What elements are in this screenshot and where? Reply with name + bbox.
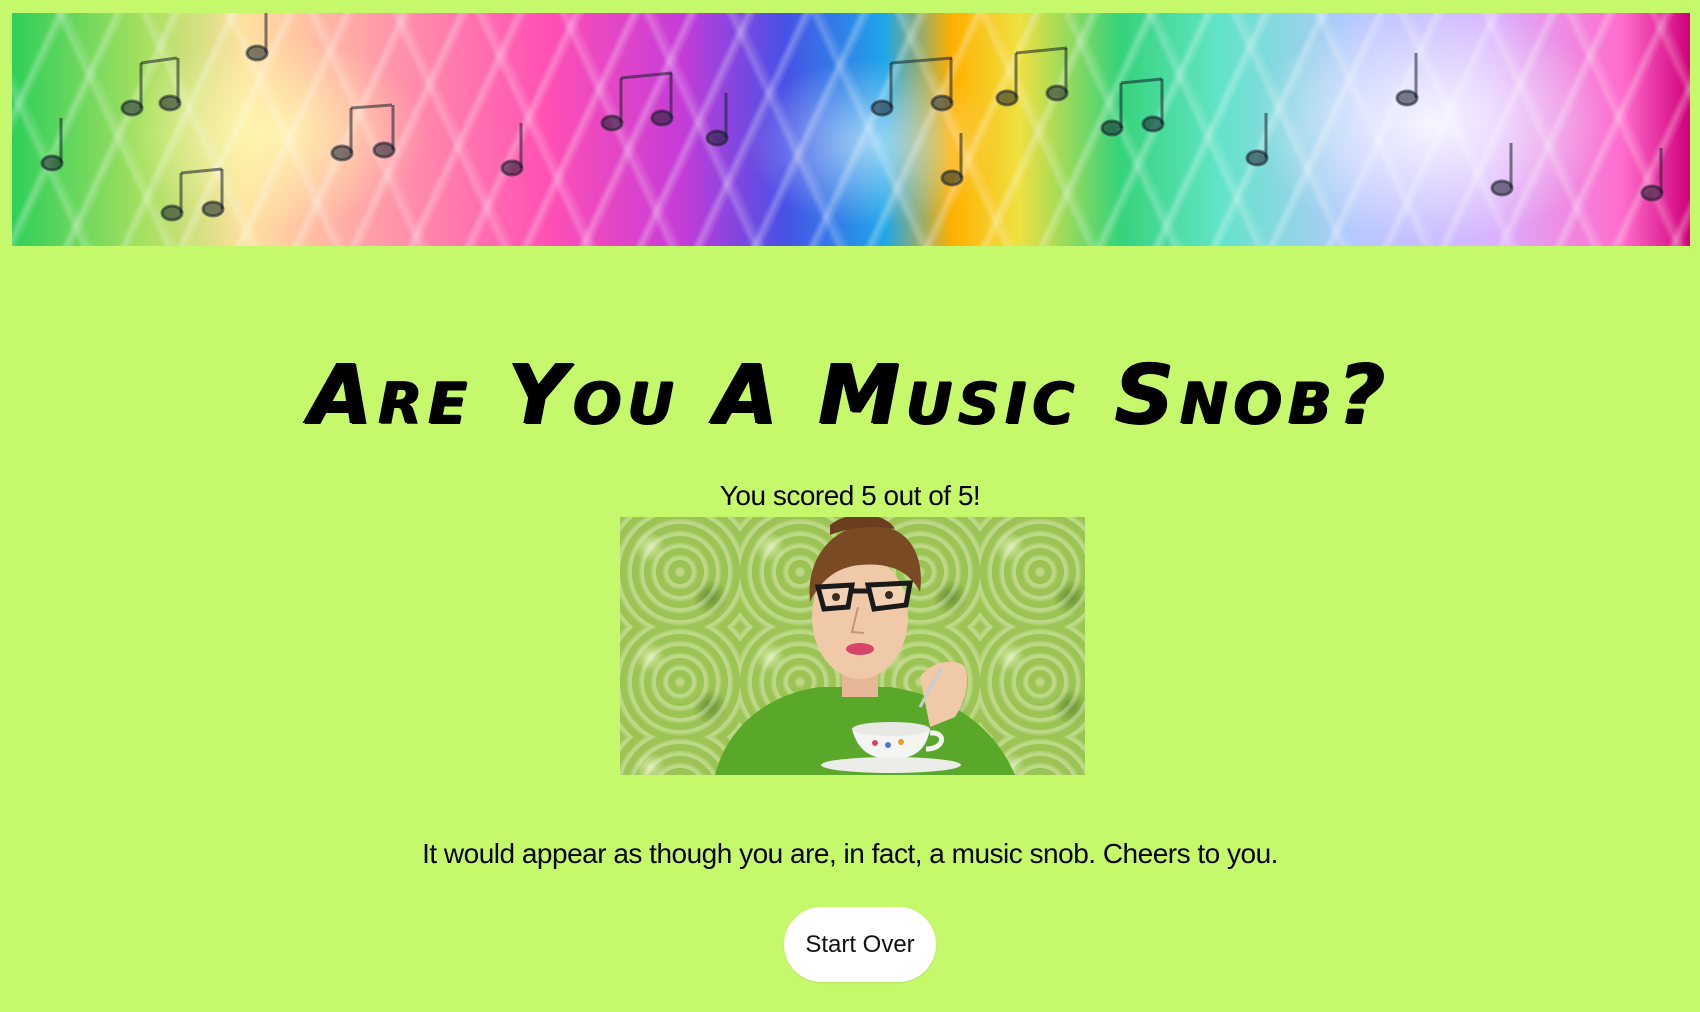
result-message: It would appear as though you are, in fa… [422,838,1278,869]
woman-with-tea-figure [715,517,1015,775]
page-title: Are You A Music Snob? [308,347,1392,443]
music-notes-decoration [40,13,1664,222]
header-banner-image [12,13,1690,246]
start-over-button[interactable]: Start Over [784,907,936,982]
score-text: You scored 5 out of 5! [719,480,981,511]
quiz-result-page: Are You A Music Snob? You scored 5 out o… [0,0,1700,1012]
result-photo [620,517,1085,775]
